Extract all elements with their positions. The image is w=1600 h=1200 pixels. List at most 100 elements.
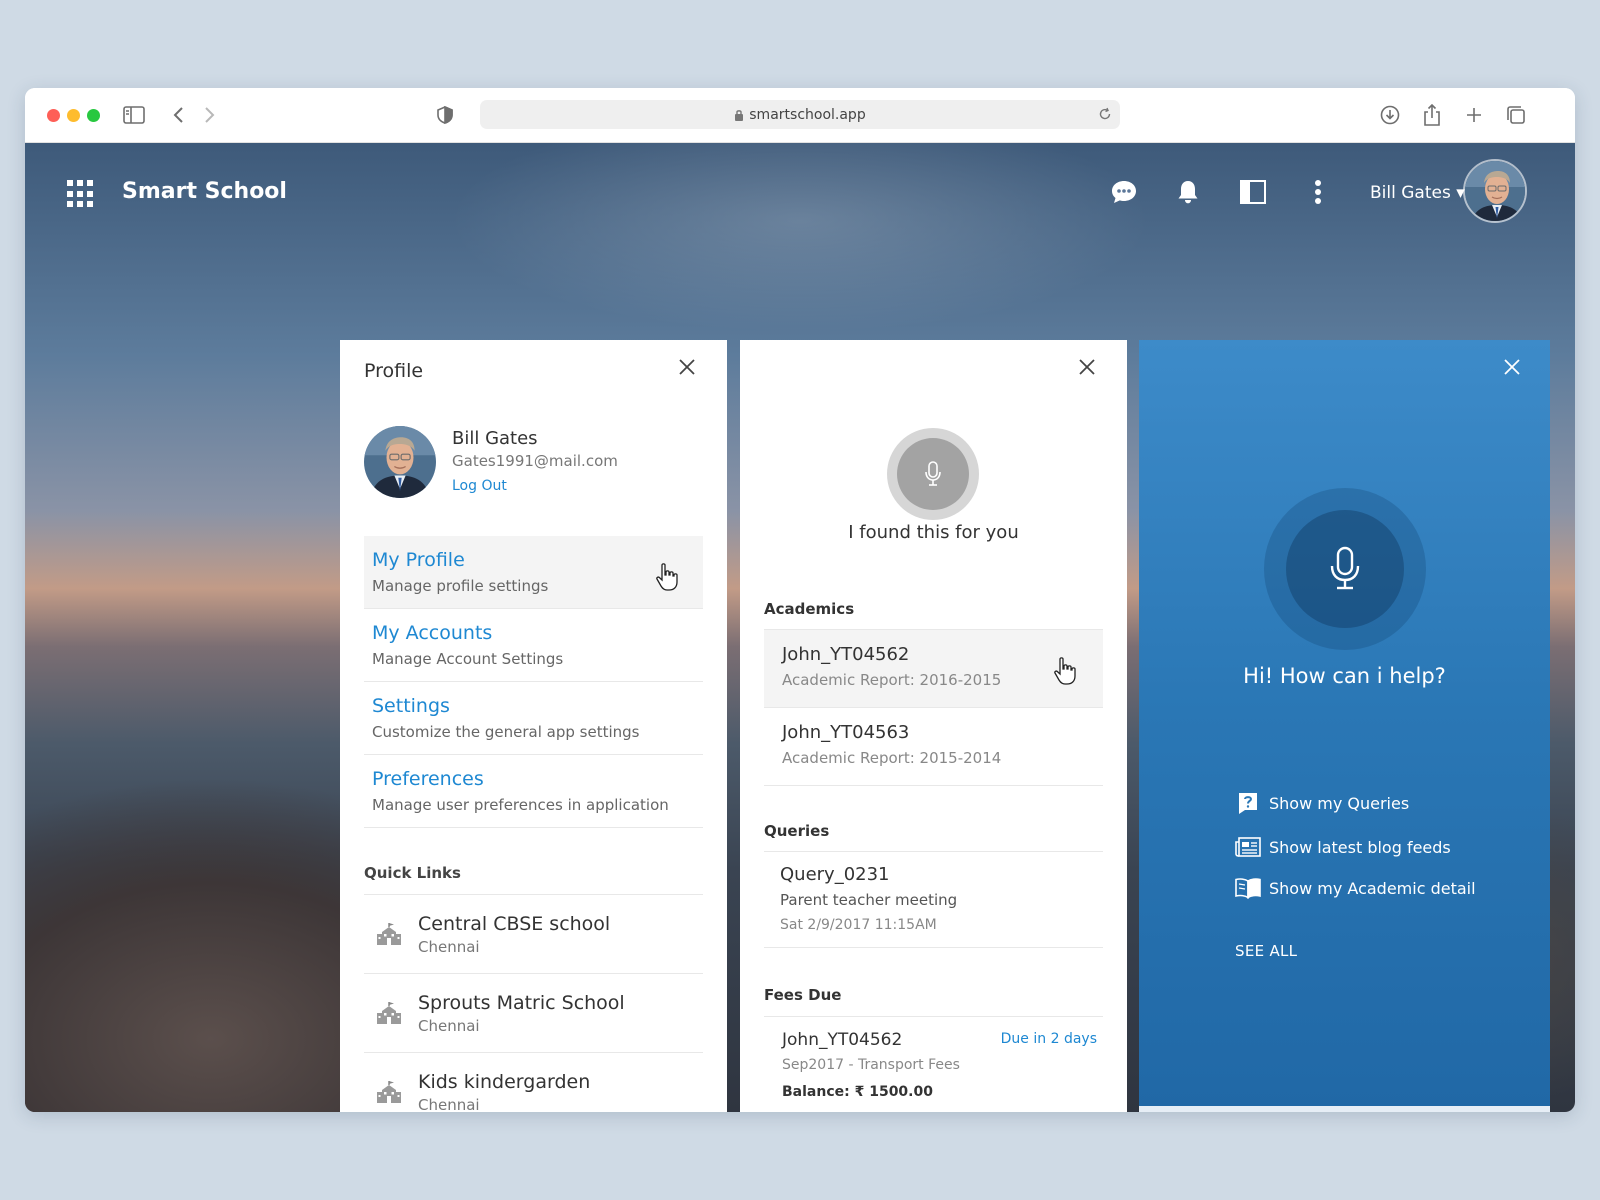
queries-heading: Queries — [764, 822, 830, 840]
url-text: smartschool.app — [749, 106, 866, 123]
see-all-link[interactable]: SEE ALL — [1235, 942, 1297, 960]
menu-item-subtitle: Manage Account Settings — [372, 650, 564, 668]
academics-list: John_YT04562 Academic Report: 2016-2015 … — [764, 629, 1103, 786]
assistant-greeting: Hi! How can i help? — [1243, 664, 1446, 688]
menu-item-title: Settings — [372, 695, 450, 717]
assistant-search-bar — [1139, 1106, 1550, 1112]
close-icon[interactable] — [1501, 356, 1523, 378]
close-icon[interactable] — [1076, 356, 1098, 378]
fees-list: John_YT04562 Due in 2 days Sep2017 - Tra… — [764, 1016, 1103, 1112]
menu-item-preferences[interactable]: Preferences Manage user preferences in a… — [364, 755, 703, 828]
search-results-panel: I found this for you Academics John_YT04… — [740, 340, 1127, 1112]
book-icon — [1235, 875, 1261, 901]
profile-menu: My Profile Manage profile settings My Ac… — [364, 536, 703, 828]
hand-cursor-icon — [1054, 657, 1076, 685]
user-menu-button[interactable]: Bill Gates ▾ — [1370, 183, 1465, 203]
menu-item-subtitle: Customize the general app settings — [372, 723, 640, 741]
menu-item-title: My Profile — [372, 549, 465, 571]
microphone-icon — [1330, 546, 1360, 590]
zoom-window-button[interactable] — [87, 109, 100, 122]
avatar[interactable] — [364, 426, 436, 498]
academics-heading: Academics — [764, 600, 855, 618]
menu-item-subtitle: Manage profile settings — [372, 577, 549, 595]
query-item[interactable]: Query_0231 Parent teacher meeting Sat 2/… — [764, 852, 1103, 948]
quick-links-list: Central CBSE school Chennai Sprouts Matr… — [364, 894, 703, 1112]
suggestion-label: Show my Queries — [1269, 793, 1410, 813]
query-id: Query_0231 — [780, 864, 890, 885]
more-vertical-icon[interactable] — [1302, 176, 1334, 208]
app-canvas: Smart School Bill Gates ▾ Profile Bill G… — [25, 143, 1575, 1112]
logout-link[interactable]: Log Out — [452, 478, 507, 494]
minimize-window-button[interactable] — [67, 109, 80, 122]
voice-search-button[interactable] — [887, 428, 979, 520]
question-icon — [1235, 790, 1261, 816]
browser-toolbar: smartschool.app — [25, 88, 1575, 143]
quick-link-name: Kids kindergarden — [418, 1071, 591, 1093]
query-date: Sat 2/9/2017 11:15AM — [780, 917, 937, 933]
close-window-button[interactable] — [47, 109, 60, 122]
report-title: Academic Report: 2016-2015 — [782, 671, 1002, 689]
chat-icon[interactable] — [1108, 176, 1140, 208]
queries-list: Query_0231 Parent teacher meeting Sat 2/… — [764, 851, 1103, 948]
lock-icon — [735, 109, 744, 121]
quick-link-city: Chennai — [418, 938, 480, 956]
privacy-shield-icon[interactable] — [432, 102, 458, 128]
panel-title: Profile — [364, 360, 424, 382]
quick-link-city: Chennai — [418, 1096, 480, 1112]
back-icon[interactable] — [165, 102, 191, 128]
quick-link-name: Sprouts Matric School — [418, 992, 625, 1014]
query-subject: Parent teacher meeting — [780, 891, 958, 909]
sidebar-toggle-icon[interactable] — [121, 102, 147, 128]
app-title: Smart School — [122, 179, 287, 204]
newspaper-icon — [1235, 834, 1261, 860]
suggestion-label: Show latest blog feeds — [1269, 837, 1451, 857]
bell-icon[interactable] — [1172, 176, 1204, 208]
suggestion-label: Show my Academic detail — [1269, 878, 1476, 898]
tab-overview-icon[interactable] — [1503, 102, 1529, 128]
menu-item-settings[interactable]: Settings Customize the general app setti… — [364, 682, 703, 755]
book-panel-icon[interactable] — [1237, 176, 1269, 208]
menu-item-my-profile[interactable]: My Profile Manage profile settings — [364, 536, 703, 609]
school-icon — [377, 1081, 401, 1103]
academic-report-item[interactable]: John_YT04562 Academic Report: 2016-2015 — [764, 630, 1103, 708]
new-tab-icon[interactable] — [1461, 102, 1487, 128]
microphone-icon — [925, 461, 941, 486]
menu-item-my-accounts[interactable]: My Accounts Manage Account Settings — [364, 609, 703, 682]
voice-assistant-button[interactable] — [1264, 488, 1426, 650]
report-title: Academic Report: 2015-2014 — [782, 749, 1002, 767]
suggestion-show-queries[interactable]: Show my Queries — [1235, 790, 1535, 816]
suggestion-show-academic-detail[interactable]: Show my Academic detail — [1235, 875, 1535, 901]
results-heading: I found this for you — [848, 522, 1019, 543]
quick-link-item[interactable]: Kids kindergarden Chennai — [364, 1053, 703, 1112]
quick-link-item[interactable]: Sprouts Matric School Chennai — [364, 974, 703, 1053]
browser-window: smartschool.app Smart School Bill Gates … — [25, 88, 1575, 1112]
assistant-panel: Hi! How can i help? Show my Queries Show… — [1139, 340, 1550, 1112]
avatar[interactable] — [1463, 159, 1527, 223]
downloads-icon[interactable] — [1377, 102, 1403, 128]
suggestion-show-blog-feeds[interactable]: Show latest blog feeds — [1235, 834, 1535, 860]
hand-cursor-icon — [656, 563, 678, 591]
address-bar[interactable]: smartschool.app — [480, 100, 1120, 129]
profile-name: Bill Gates — [452, 428, 538, 449]
quick-link-name: Central CBSE school — [418, 913, 611, 935]
app-launcher-icon[interactable] — [67, 180, 95, 208]
fee-balance: Balance: ₹ 1500.00 — [782, 1084, 933, 1100]
quick-link-item[interactable]: Central CBSE school Chennai — [364, 895, 703, 974]
share-icon[interactable] — [1419, 102, 1445, 128]
school-icon — [377, 1002, 401, 1024]
student-id: John_YT04562 — [782, 644, 910, 665]
academic-report-item[interactable]: John_YT04563 Academic Report: 2015-2014 — [764, 708, 1103, 786]
school-icon — [377, 923, 401, 945]
fee-description: Sep2017 - Transport Fees — [782, 1057, 960, 1073]
close-icon[interactable] — [676, 356, 698, 378]
profile-panel: Profile Bill Gates Gates1991@mail.com Lo… — [340, 340, 727, 1112]
reload-icon[interactable] — [1098, 107, 1112, 121]
fee-item[interactable]: John_YT04562 Due in 2 days Sep2017 - Tra… — [764, 1017, 1103, 1112]
profile-email: Gates1991@mail.com — [452, 452, 618, 470]
fees-heading: Fees Due — [764, 986, 842, 1004]
menu-item-title: My Accounts — [372, 622, 493, 644]
menu-item-subtitle: Manage user preferences in application — [372, 796, 669, 814]
forward-icon[interactable] — [197, 102, 223, 128]
student-id: John_YT04563 — [782, 722, 910, 743]
due-badge: Due in 2 days — [1000, 1031, 1097, 1047]
